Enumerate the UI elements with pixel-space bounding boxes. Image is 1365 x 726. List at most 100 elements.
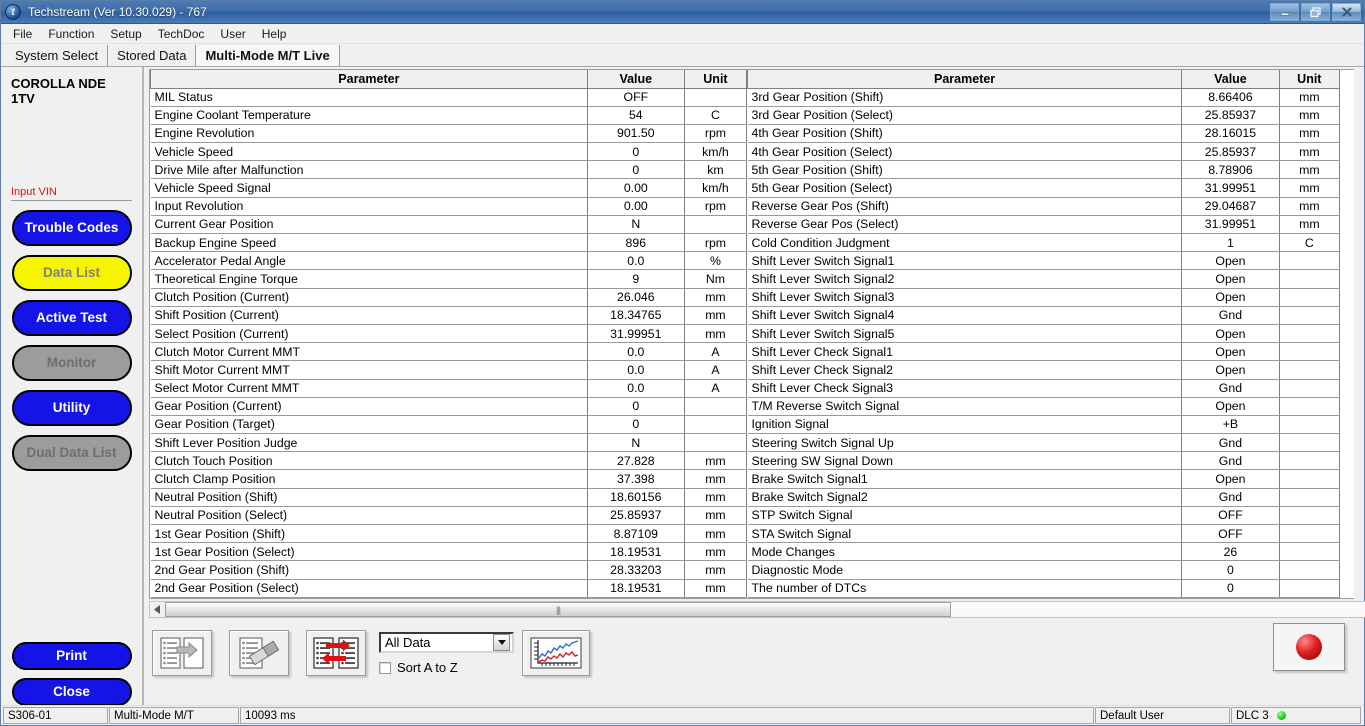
dual-data-list-button[interactable]: Dual Data List: [12, 435, 132, 471]
table-row[interactable]: Accelerator Pedal Angle0.0%: [151, 252, 747, 270]
table-row[interactable]: Current Gear PositionN: [151, 215, 747, 233]
table-row[interactable]: Theoretical Engine Torque9Nm: [151, 270, 747, 288]
table-row[interactable]: 1st Gear Position (Shift)8.87109mm: [151, 525, 747, 543]
cell-parameter: Shift Lever Check Signal3: [748, 379, 1182, 397]
table-row[interactable]: T/M Reverse Switch SignalOpen: [748, 397, 1340, 415]
menu-item-function[interactable]: Function: [40, 25, 102, 43]
table-row[interactable]: Clutch Motor Current MMT0.0A: [151, 343, 747, 361]
table-row[interactable]: 1st Gear Position (Select)18.19531mm: [151, 543, 747, 561]
table-row[interactable]: 2nd Gear Position (Select)18.19531mm: [151, 579, 747, 597]
table-row[interactable]: Brake Switch Signal1Open: [748, 470, 1340, 488]
print-button[interactable]: Print: [12, 642, 132, 670]
table-row[interactable]: Clutch Clamp Position37.398mm: [151, 470, 747, 488]
tab-stored-data[interactable]: Stored Data: [108, 45, 196, 66]
table-row[interactable]: Gear Position (Current)0: [151, 397, 747, 415]
menu-item-techdoc[interactable]: TechDoc: [150, 25, 213, 43]
header-parameter-right[interactable]: Parameter: [748, 70, 1182, 88]
table-row[interactable]: MIL StatusOFF: [151, 88, 747, 106]
table-row[interactable]: Backup Engine Speed896rpm: [151, 234, 747, 252]
restore-icon[interactable]: [1301, 3, 1330, 21]
table-row[interactable]: Diagnostic Mode0: [748, 561, 1340, 579]
table-row[interactable]: Cold Condition Judgment1C: [748, 234, 1340, 252]
header-value-right[interactable]: Value: [1182, 70, 1279, 88]
data-list-button[interactable]: Data List: [12, 255, 132, 291]
header-unit-left[interactable]: Unit: [684, 70, 746, 88]
chevron-down-icon[interactable]: [493, 634, 510, 651]
table-row[interactable]: Drive Mile after Malfunction0km: [151, 161, 747, 179]
menu-item-file[interactable]: File: [5, 25, 40, 43]
table-row[interactable]: Shift Lever Check Signal3Gnd: [748, 379, 1340, 397]
table-row[interactable]: Vehicle Speed Signal0.00km/h: [151, 179, 747, 197]
header-unit-right[interactable]: Unit: [1279, 70, 1339, 88]
table-row[interactable]: Shift Motor Current MMT0.0A: [151, 361, 747, 379]
table-row[interactable]: Reverse Gear Pos (Select)31.99951mm: [748, 215, 1340, 233]
table-row[interactable]: Engine Coolant Temperature54C: [151, 106, 747, 124]
minimize-icon[interactable]: [1270, 3, 1299, 21]
table-row[interactable]: 2nd Gear Position (Shift)28.33203mm: [151, 561, 747, 579]
menu-item-setup[interactable]: Setup: [102, 25, 149, 43]
table-row[interactable]: Neutral Position (Shift)18.60156mm: [151, 488, 747, 506]
tab-system-select[interactable]: System Select: [6, 45, 108, 66]
menu-item-user[interactable]: User: [212, 25, 253, 43]
table-row[interactable]: The number of DTCs0: [748, 579, 1340, 597]
header-parameter-left[interactable]: Parameter: [151, 70, 588, 88]
sort-a-to-z-row[interactable]: Sort A to Z: [379, 660, 458, 675]
data-list-tables[interactable]: Parameter Value Unit MIL StatusOFFEngine…: [149, 69, 1354, 599]
table-row[interactable]: Shift Lever Position JudgeN: [151, 434, 747, 452]
table-row[interactable]: Engine Revolution901.50rpm: [151, 124, 747, 142]
table-row[interactable]: Shift Lever Check Signal2Open: [748, 361, 1340, 379]
horizontal-scrollbar[interactable]: |||: [149, 601, 1365, 618]
table-row[interactable]: Shift Lever Switch Signal5Open: [748, 324, 1340, 342]
table-row[interactable]: 3rd Gear Position (Select)25.85937mm: [748, 106, 1340, 124]
table-row[interactable]: Clutch Position (Current)26.046mm: [151, 288, 747, 306]
table-row[interactable]: Shift Position (Current)18.34765mm: [151, 306, 747, 324]
table-row[interactable]: Shift Lever Switch Signal2Open: [748, 270, 1340, 288]
table-row[interactable]: 4th Gear Position (Shift)28.16015mm: [748, 124, 1340, 142]
data-filter-select[interactable]: All Data: [379, 632, 514, 653]
record-button[interactable]: [1273, 623, 1345, 671]
cell-value: Open: [1182, 361, 1279, 379]
table-row[interactable]: Select Motor Current MMT0.0A: [151, 379, 747, 397]
table-row[interactable]: Shift Lever Switch Signal1Open: [748, 252, 1340, 270]
active-test-button[interactable]: Active Test: [12, 300, 132, 336]
cell-unit: C: [1279, 234, 1339, 252]
graph-view-button[interactable]: [522, 630, 590, 676]
close-icon[interactable]: [1332, 3, 1361, 21]
swap-items-button[interactable]: [306, 630, 366, 676]
select-all-items-button[interactable]: [152, 630, 212, 676]
table-row[interactable]: Steering Switch Signal UpGnd: [748, 434, 1340, 452]
menu-item-help[interactable]: Help: [254, 25, 295, 43]
table-row[interactable]: Reverse Gear Pos (Shift)29.04687mm: [748, 197, 1340, 215]
table-row[interactable]: Shift Lever Switch Signal3Open: [748, 288, 1340, 306]
table-row[interactable]: Vehicle Speed0km/h: [151, 143, 747, 161]
table-row[interactable]: Steering SW Signal DownGnd: [748, 452, 1340, 470]
trouble-codes-button[interactable]: Trouble Codes: [12, 210, 132, 246]
scrollbar-track[interactable]: |||: [165, 602, 1365, 617]
table-row[interactable]: Select Position (Current)31.99951mm: [151, 324, 747, 342]
input-vin-label[interactable]: Input VIN: [11, 186, 132, 198]
table-row[interactable]: Neutral Position (Select)25.85937mm: [151, 506, 747, 524]
table-row[interactable]: Mode Changes26: [748, 543, 1340, 561]
table-row[interactable]: Brake Switch Signal2Gnd: [748, 488, 1340, 506]
triangle-left-icon[interactable]: [150, 602, 165, 617]
header-value-left[interactable]: Value: [587, 70, 684, 88]
table-row[interactable]: 3rd Gear Position (Shift)8.66406mm: [748, 88, 1340, 106]
table-row[interactable]: 4th Gear Position (Select)25.85937mm: [748, 143, 1340, 161]
close-button[interactable]: Close: [12, 678, 132, 706]
table-row[interactable]: Input Revolution0.00rpm: [151, 197, 747, 215]
table-row[interactable]: STA Switch SignalOFF: [748, 525, 1340, 543]
scrollbar-thumb[interactable]: |||: [165, 602, 951, 617]
utility-button[interactable]: Utility: [12, 390, 132, 426]
clear-items-button[interactable]: [229, 630, 289, 676]
monitor-button[interactable]: Monitor: [12, 345, 132, 381]
table-row[interactable]: Shift Lever Switch Signal4Gnd: [748, 306, 1340, 324]
table-row[interactable]: Ignition Signal+B: [748, 415, 1340, 433]
sort-a-to-z-checkbox[interactable]: [379, 662, 391, 674]
table-row[interactable]: Clutch Touch Position27.828mm: [151, 452, 747, 470]
table-row[interactable]: STP Switch SignalOFF: [748, 506, 1340, 524]
table-row[interactable]: Gear Position (Target)0: [151, 415, 747, 433]
tab-multi-mode-mt-live[interactable]: Multi-Mode M/T Live: [196, 45, 339, 66]
table-row[interactable]: 5th Gear Position (Select)31.99951mm: [748, 179, 1340, 197]
table-row[interactable]: Shift Lever Check Signal1Open: [748, 343, 1340, 361]
table-row[interactable]: 5th Gear Position (Shift)8.78906mm: [748, 161, 1340, 179]
